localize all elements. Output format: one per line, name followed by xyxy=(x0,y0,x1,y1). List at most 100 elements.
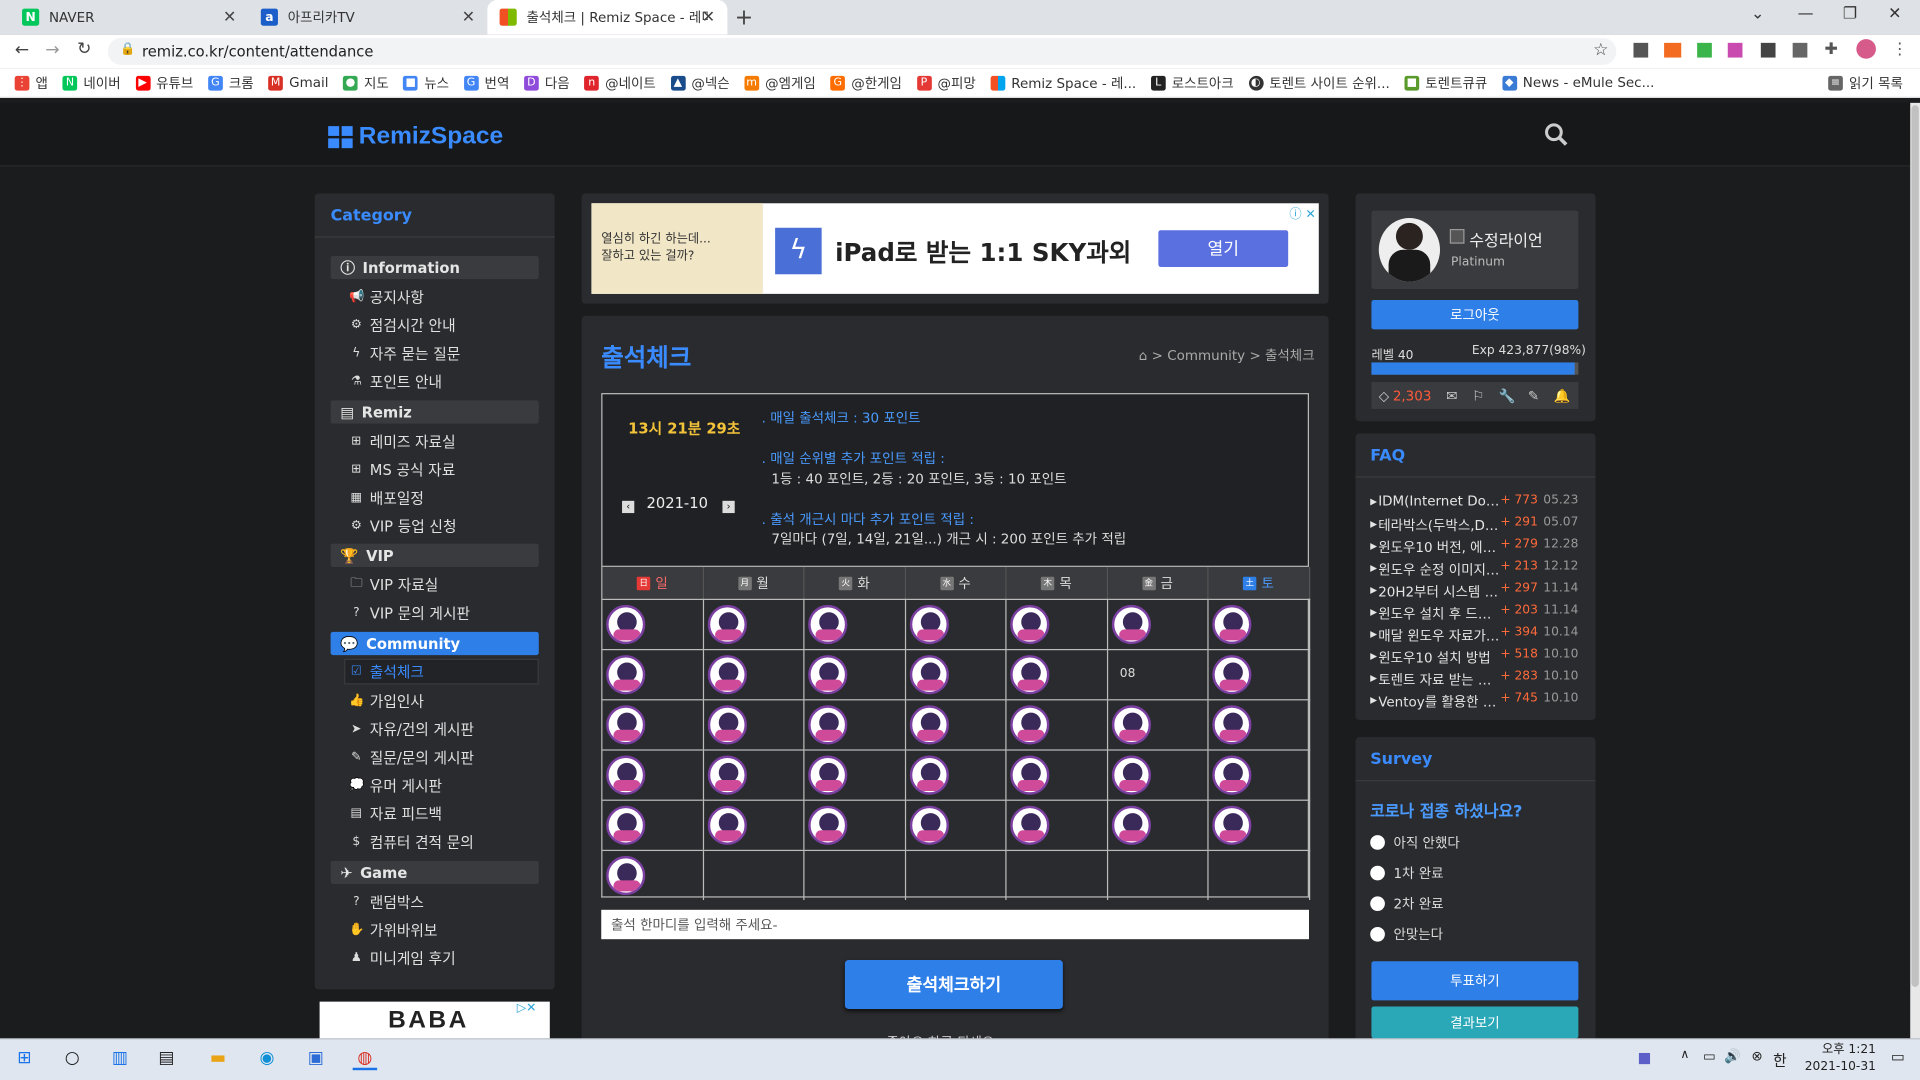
ime-indicator[interactable]: 한 xyxy=(1773,1049,1787,1070)
sidebar-item-notice[interactable]: 📢 공지사항 xyxy=(349,287,424,308)
faq-item[interactable]: ▸ 토렌트 자료 받는 방법 + 283 10.10 xyxy=(1370,670,1578,690)
sidebar-item-vip-apply[interactable]: ⚙ VIP 등업 신청 xyxy=(349,516,457,537)
extension-icon[interactable] xyxy=(1760,42,1776,58)
bookmark-mgame[interactable]: m @엠게임 xyxy=(744,73,816,93)
sidebar-item-pc-quote[interactable]: $ 컴퓨터 견적 문의 xyxy=(349,831,473,852)
bookmark-pmang[interactable]: P @피망 xyxy=(916,73,976,93)
bookmark-nexon[interactable]: ▲ @넥슨 xyxy=(670,73,730,93)
new-tab-button[interactable]: + xyxy=(735,5,753,31)
bookmark-star-icon[interactable]: ☆ xyxy=(1593,40,1608,60)
sidebar-item-ms-files[interactable]: ⊞ MS 공식 자료 xyxy=(349,459,455,480)
tab-naver[interactable]: N NAVER ✕ xyxy=(10,0,249,34)
bookmark-emule[interactable]: ◆ News - eMule Sec... xyxy=(1501,75,1654,91)
sidebar-item-maintenance[interactable]: ⚙ 점검시간 안내 xyxy=(349,315,456,336)
survey-option[interactable]: 1차 완료 xyxy=(1370,863,1444,883)
bookmark-maps[interactable]: ● 지도 xyxy=(343,73,389,93)
home-icon[interactable]: ⌂ xyxy=(1139,348,1148,364)
profile-avatar[interactable] xyxy=(1856,39,1876,59)
radio-button[interactable] xyxy=(1370,926,1385,942)
mail-icon[interactable]: ✉ xyxy=(1446,388,1457,404)
survey-option[interactable]: 2차 완료 xyxy=(1370,894,1444,914)
survey-option[interactable]: 안맞는다 xyxy=(1370,924,1443,944)
bookmark-torrent-rank[interactable]: ◐ 토렌트 사이트 순위... xyxy=(1248,73,1390,93)
sidebar-item-minigame-review[interactable]: ♟ 미니게임 후기 xyxy=(349,948,456,969)
radio-button[interactable] xyxy=(1370,896,1385,912)
url-field[interactable]: 🔒 remiz.co.kr/content/attendance xyxy=(107,37,1617,65)
radio-button[interactable] xyxy=(1370,835,1385,850)
bookmark-torrentqq[interactable]: ■ 토렌트큐큐 xyxy=(1404,73,1487,93)
wrench-icon[interactable]: 🔧 xyxy=(1499,388,1516,404)
logout-button[interactable]: 로그아웃 xyxy=(1371,300,1579,330)
breadcrumb-community[interactable]: Community xyxy=(1167,348,1245,364)
category-community[interactable]: 💬 Community xyxy=(330,631,539,656)
faq-item[interactable]: ▸ 테라박스(두박스,Du... + 291 05.07 xyxy=(1370,516,1578,536)
faq-item[interactable]: ▸ Ventoy를 활용한 부... + 745 10.10 xyxy=(1370,692,1578,712)
faq-item[interactable]: ▸ 윈도우10 설치 방법 + 518 10.10 xyxy=(1370,648,1578,668)
chat-icon[interactable]: ◼ xyxy=(1632,1048,1656,1070)
sidebar-item-remiz-files[interactable]: ⊞ 레미즈 자료실 xyxy=(349,431,455,452)
bookmark-daum[interactable]: D 다음 xyxy=(524,73,570,93)
bookmark-icon[interactable]: ⚐ xyxy=(1472,388,1484,404)
faq-item[interactable]: ▸ 매달 윈도우 자료가 ... + 394 10.14 xyxy=(1370,626,1578,646)
edge-icon[interactable]: ◉ xyxy=(255,1048,279,1070)
category-game[interactable]: ✈ Game xyxy=(330,860,539,885)
sidebar-item-rps[interactable]: ✋ 가위바위보 xyxy=(349,920,437,941)
faq-item[interactable]: ▸IDM(Internet Downl...+ 773 05.23 xyxy=(1370,493,1578,509)
sidebar-item-feedback[interactable]: ▤ 자료 피드백 xyxy=(349,803,443,824)
bookmark-lostark[interactable]: L 로스트아크 xyxy=(1150,73,1234,93)
bookmark-translate[interactable]: G 번역 xyxy=(463,73,509,93)
prev-month-button[interactable]: ‹ xyxy=(622,500,635,514)
extension-icon[interactable] xyxy=(1633,42,1649,58)
sidebar-item-free-board[interactable]: ➤ 자유/건의 게시판 xyxy=(349,719,474,740)
window-close-button[interactable]: ✕ xyxy=(1888,5,1901,23)
bookmark-apps[interactable]: ⋮ 앱 xyxy=(14,73,48,93)
search-icon[interactable]: ○ xyxy=(60,1048,84,1070)
results-button[interactable]: 결과보기 xyxy=(1371,1006,1579,1039)
notification-icon[interactable]: ▭ xyxy=(1886,1048,1910,1070)
store-icon[interactable]: ▣ xyxy=(304,1048,328,1070)
extension-icon[interactable] xyxy=(1727,42,1743,58)
bell-icon[interactable]: 🔔 xyxy=(1554,388,1571,404)
avatar[interactable] xyxy=(1378,217,1441,282)
reading-list[interactable]: ≡ 읽기 목록 xyxy=(1828,73,1903,93)
sidebar-item-schedule[interactable]: ▦ 배포일정 xyxy=(349,487,424,508)
maximize-button[interactable]: ❐ xyxy=(1843,5,1857,23)
extension-icon[interactable] xyxy=(1697,42,1712,58)
extension-icon[interactable] xyxy=(1792,42,1808,58)
extension-icon[interactable] xyxy=(1664,42,1682,58)
bookmark-gmail[interactable]: M Gmail xyxy=(268,75,328,91)
bookmark-naver[interactable]: N 네이버 xyxy=(62,73,121,93)
reload-icon[interactable]: ↻ xyxy=(77,39,91,59)
user-points[interactable]: 2,303 xyxy=(1393,388,1432,404)
sidebar-item-question-board[interactable]: ✎ 질문/문의 게시판 xyxy=(349,747,474,768)
breadcrumb-attendance[interactable]: 출석체크 xyxy=(1265,348,1315,364)
category-information[interactable]: ⓘ Information xyxy=(330,255,539,280)
ad-choices-icon[interactable]: ▷✕ xyxy=(517,1002,537,1015)
sidebar-item-greeting[interactable]: 👍 가입인사 xyxy=(349,691,424,712)
next-month-button[interactable]: › xyxy=(722,500,735,514)
banner-ad[interactable]: 열심히 하긴 하는데... 잘하고 있는 걸까? ϟ iPad로 받는 1:1 … xyxy=(591,203,1319,294)
ad-choices-icon[interactable]: ⓘ ✕ xyxy=(1289,203,1315,221)
category-vip[interactable]: 🏆 VIP xyxy=(330,543,539,567)
meet-icon[interactable]: ⊗ xyxy=(1745,1048,1769,1070)
bookmark-chrome[interactable]: G 크롬 xyxy=(208,73,254,93)
faq-item[interactable]: ▸ 20H2부터 시스템 정... + 297 11.14 xyxy=(1370,582,1578,602)
forward-icon[interactable]: → xyxy=(45,40,59,60)
close-icon[interactable]: ✕ xyxy=(223,8,236,26)
minimize-button[interactable]: — xyxy=(1798,5,1814,23)
sidebar-item-faq[interactable]: ϟ 자주 묻는 질문 xyxy=(349,343,460,364)
puzzle-icon[interactable]: ✚ xyxy=(1825,40,1838,58)
tab-attendance[interactable]: 출석체크 | Remiz Space - 레미즈 ✕ xyxy=(487,0,728,35)
widgets-icon[interactable]: ▤ xyxy=(154,1048,178,1070)
system-clock[interactable]: 오후 1:21 2021-10-31 xyxy=(1800,1042,1876,1076)
bookmark-remiz[interactable]: Remiz Space - 레... xyxy=(990,73,1136,93)
bookmark-youtube[interactable]: ▶ 유튜브 xyxy=(135,73,193,93)
survey-option[interactable]: 아직 안했다 xyxy=(1370,833,1460,853)
comment-input[interactable]: 출석 한마디를 입력해 주세요- xyxy=(601,909,1309,940)
radio-button[interactable] xyxy=(1370,865,1385,881)
faq-item[interactable]: ▸ 윈도우 설치 후 드라... + 203 11.14 xyxy=(1370,604,1578,624)
tab-afreecatv[interactable]: a 아프리카TV ✕ xyxy=(249,0,488,34)
back-icon[interactable]: ← xyxy=(15,40,29,60)
bookmark-news[interactable]: ■ 뉴스 xyxy=(403,73,449,93)
file-explorer-icon[interactable]: ▬ xyxy=(206,1048,230,1070)
